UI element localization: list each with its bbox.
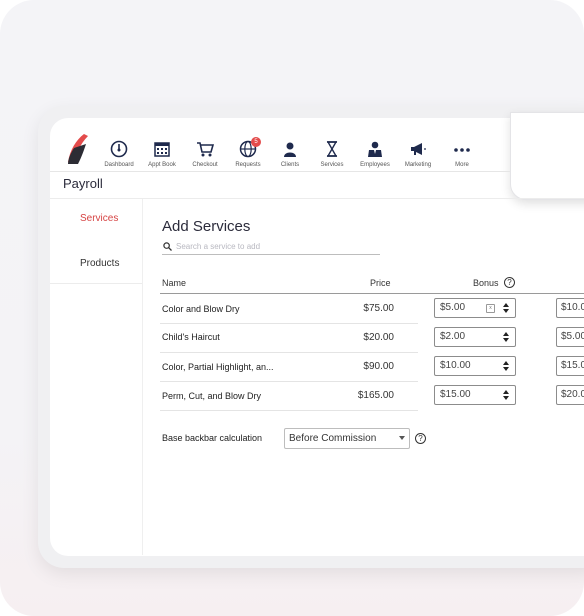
stepper-arrows-icon[interactable] bbox=[503, 331, 509, 343]
table-row-name: Child's Haircut bbox=[162, 332, 220, 342]
nav-appt-book[interactable]: Appt Book bbox=[140, 138, 184, 168]
bonus-stepper[interactable]: $10.00 bbox=[434, 356, 516, 376]
row-divider bbox=[160, 381, 418, 382]
column-header-bonus: Bonus bbox=[473, 278, 499, 288]
secondary-value-field[interactable]: $5.00 bbox=[556, 327, 584, 347]
secondary-value-field[interactable]: $15.00 bbox=[556, 356, 584, 376]
nav-checkout-label: Checkout bbox=[192, 162, 218, 168]
popover-panel bbox=[510, 112, 584, 200]
nav-clients[interactable]: Clients bbox=[268, 138, 312, 168]
table-header-line bbox=[160, 293, 584, 294]
backbar-help-icon[interactable]: ? bbox=[415, 433, 426, 444]
stepper-arrows-icon[interactable] bbox=[503, 302, 509, 314]
table-row-name: Color, Partial Highlight, an... bbox=[162, 362, 274, 372]
column-header-name: Name bbox=[162, 278, 187, 288]
hourglass-icon bbox=[310, 138, 354, 160]
nav-more[interactable]: More bbox=[440, 138, 484, 168]
nav-services-label: Services bbox=[320, 162, 344, 168]
nav-marketing[interactable]: Marketing bbox=[396, 138, 440, 168]
nav-clients-label: Clients bbox=[280, 162, 300, 168]
bonus-value: $15.00 bbox=[440, 389, 471, 400]
employee-icon bbox=[353, 138, 397, 160]
search-icon bbox=[163, 242, 172, 251]
backbar-select[interactable]: Before Commission bbox=[284, 428, 410, 449]
secondary-value-field[interactable]: $20.00 bbox=[556, 385, 584, 405]
row-divider bbox=[160, 352, 418, 353]
sidebar-divider bbox=[50, 283, 142, 284]
service-search bbox=[162, 240, 380, 255]
nav-requests-label: Requests bbox=[235, 162, 261, 168]
table-row-price: $165.00 bbox=[357, 390, 394, 401]
nav-checkout[interactable]: Checkout bbox=[183, 138, 227, 168]
sidebar-item-products[interactable]: Products bbox=[80, 258, 119, 269]
globe-icon: 5 bbox=[226, 137, 270, 160]
nav-more-label: More bbox=[455, 162, 469, 168]
app-logo bbox=[68, 134, 88, 164]
more-dots-icon bbox=[440, 138, 484, 160]
table-row-name: Color and Blow Dry bbox=[162, 304, 240, 314]
nav-dashboard-label: Dashboard bbox=[104, 162, 134, 168]
secondary-value: $15.00 bbox=[561, 360, 584, 371]
table-row-price: $90.00 bbox=[363, 361, 394, 372]
bonus-stepper[interactable]: $15.00 bbox=[434, 385, 516, 405]
table-row-price: $20.00 bbox=[363, 332, 394, 343]
calendar-icon bbox=[140, 138, 184, 160]
backbar-label: Base backbar calculation bbox=[162, 433, 263, 443]
clear-icon[interactable]: x bbox=[486, 304, 495, 313]
bonus-stepper[interactable]: $5.00 x bbox=[434, 298, 516, 318]
page-title: Payroll bbox=[63, 176, 103, 191]
bonus-help-icon[interactable]: ? bbox=[504, 277, 515, 288]
nav-appt-book-label: Appt Book bbox=[148, 162, 176, 168]
stepper-arrows-icon[interactable] bbox=[503, 389, 509, 401]
nav-services[interactable]: Services bbox=[310, 138, 354, 168]
bonus-value: $5.00 bbox=[440, 302, 466, 313]
secondary-value: $20.00 bbox=[561, 389, 584, 400]
nav-divider bbox=[50, 171, 510, 172]
client-person-icon bbox=[268, 138, 312, 160]
table-row-name: Perm, Cut, and Blow Dry bbox=[162, 391, 262, 401]
chevron-down-icon bbox=[399, 436, 405, 440]
dashboard-gauge-icon bbox=[97, 138, 141, 160]
secondary-value: $10.00 bbox=[561, 302, 584, 313]
table-row-price: $75.00 bbox=[363, 303, 394, 314]
nav-requests[interactable]: 5 Requests bbox=[226, 137, 270, 168]
megaphone-icon bbox=[396, 138, 440, 160]
requests-badge: 5 bbox=[251, 137, 261, 147]
backbar-select-value: Before Commission bbox=[289, 433, 377, 444]
section-title: Add Services bbox=[162, 218, 251, 235]
sidebar bbox=[50, 199, 143, 555]
nav-marketing-label: Marketing bbox=[404, 162, 432, 168]
search-input[interactable] bbox=[176, 240, 376, 252]
bonus-value: $10.00 bbox=[440, 360, 471, 371]
row-divider bbox=[160, 323, 418, 324]
nav-employees[interactable]: Employees bbox=[353, 138, 397, 168]
secondary-value: $5.00 bbox=[561, 331, 584, 342]
sidebar-item-services[interactable]: Services bbox=[80, 213, 118, 224]
secondary-value-field[interactable]: $10.00 bbox=[556, 298, 584, 318]
stepper-arrows-icon[interactable] bbox=[503, 360, 509, 372]
bonus-value: $2.00 bbox=[440, 331, 466, 342]
cart-icon bbox=[183, 138, 227, 160]
nav-dashboard[interactable]: Dashboard bbox=[97, 138, 141, 168]
bonus-stepper[interactable]: $2.00 bbox=[434, 327, 516, 347]
column-header-price: Price bbox=[370, 278, 391, 288]
nav-employees-label: Employees bbox=[360, 162, 390, 168]
row-divider bbox=[160, 410, 418, 411]
